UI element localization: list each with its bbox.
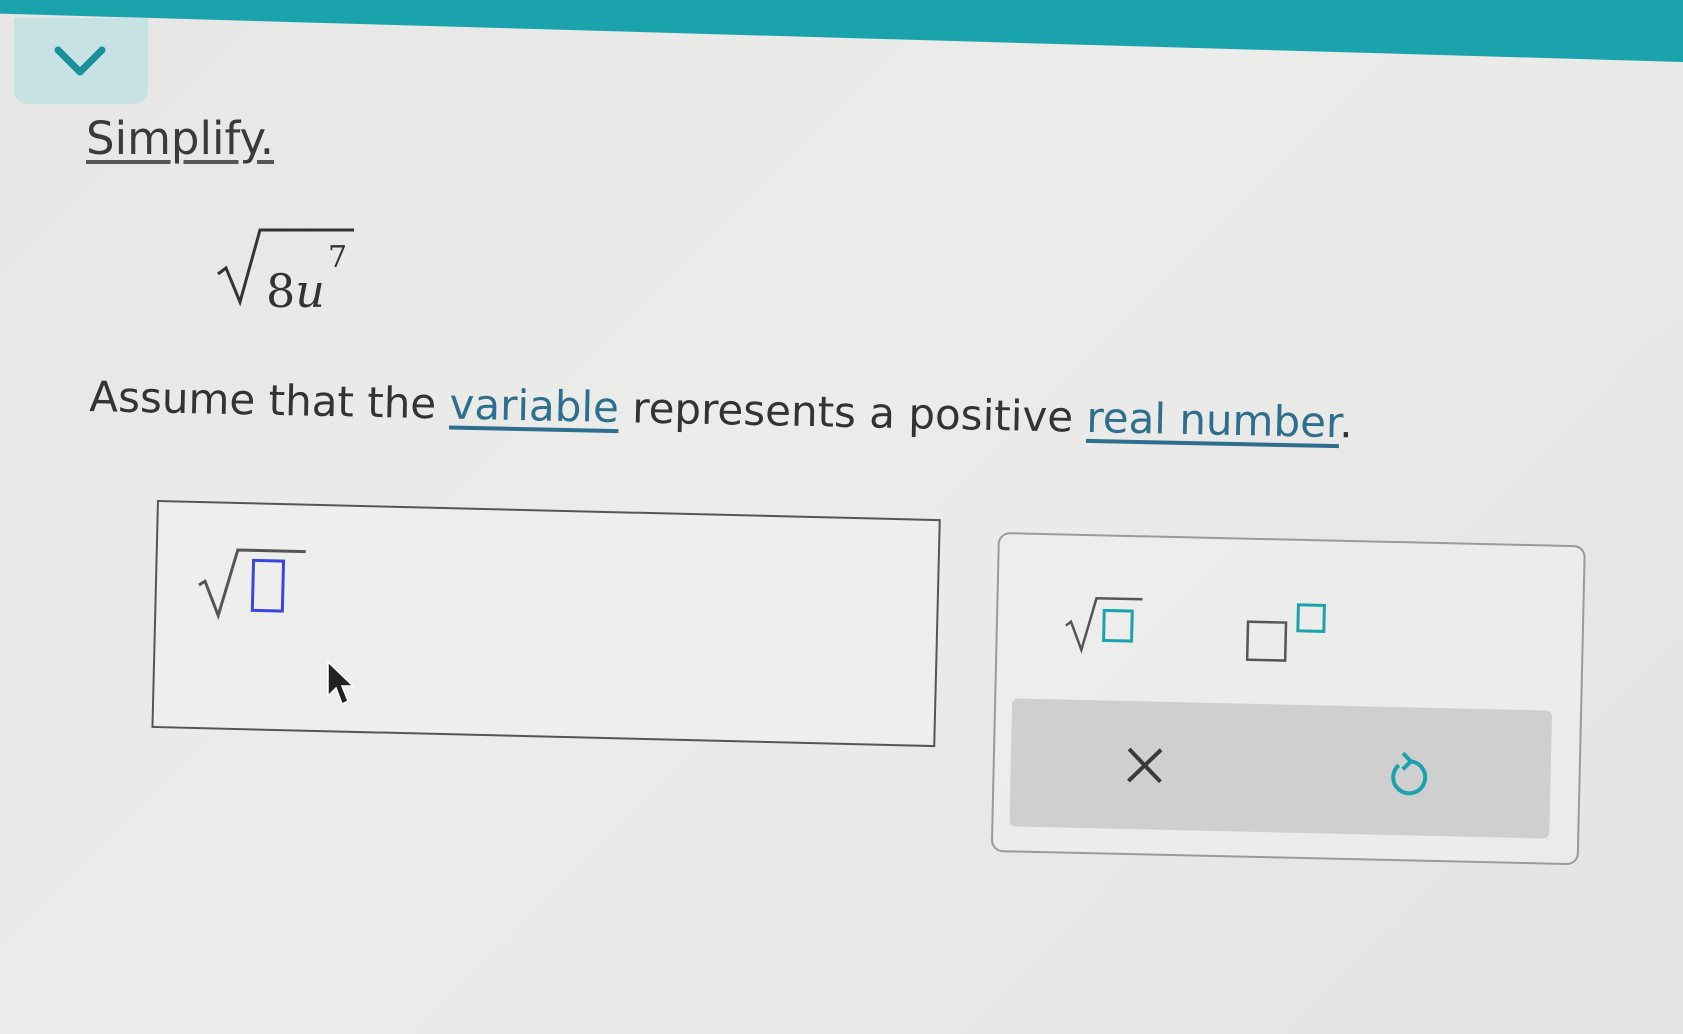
coefficient: 8 <box>266 264 296 318</box>
exponent: 7 <box>328 240 348 275</box>
assumption-text: Assume that the variable represents a po… <box>89 372 1353 447</box>
keypad-action-row <box>1009 698 1553 839</box>
instruction-text: Simplify. <box>86 112 275 165</box>
math-keypad <box>990 532 1586 866</box>
assumption-part-1: Assume that the <box>88 372 451 429</box>
chevron-down-icon <box>54 46 106 76</box>
placeholder-box <box>250 558 286 613</box>
variable: u <box>295 264 325 318</box>
assumption-end: . <box>1338 398 1354 448</box>
close-icon[interactable] <box>1124 745 1165 786</box>
math-expression: 8u 7 <box>214 226 374 318</box>
mouse-pointer-icon <box>327 660 355 706</box>
radicand: 8u <box>266 264 325 318</box>
square-root-icon[interactable] <box>196 545 308 624</box>
answer-input-box[interactable] <box>151 500 941 748</box>
top-header-bar <box>0 0 1683 62</box>
assumption-part-2: represents a positive <box>618 383 1087 442</box>
undo-icon[interactable] <box>1388 749 1433 798</box>
variable-link[interactable]: variable <box>449 380 619 433</box>
exponent-icon[interactable] <box>1245 600 1336 666</box>
real-number-link[interactable]: real number <box>1086 393 1340 447</box>
collapse-button[interactable] <box>14 18 148 104</box>
square-root-icon[interactable] <box>1063 594 1144 656</box>
